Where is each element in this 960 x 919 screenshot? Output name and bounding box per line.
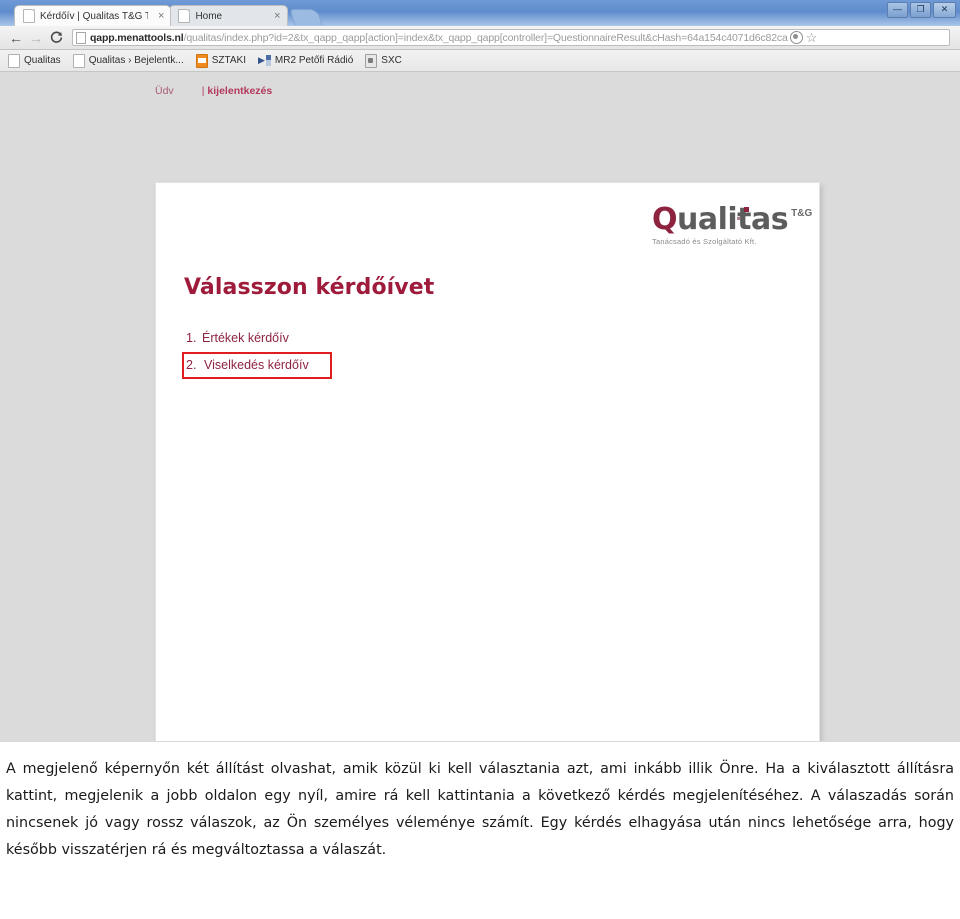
questionnaire-list: 1. Értékek kérdőív 2. Viselkedés kérdőív [182,328,332,379]
sztaki-icon [195,53,208,68]
url-host: qapp.menattools.nl [90,31,184,44]
content-card: Qualitas T&G Tanácsadó és Szolgáltató Kf… [155,182,820,741]
bookmark-qualitas[interactable]: Qualitas [8,53,61,68]
bookmark-label: Qualitas › Bejelentk... [88,55,184,66]
page-info-icon[interactable] [76,31,86,44]
close-window-button[interactable]: ✕ [933,2,956,18]
bookmark-label: SZTAKI [211,55,246,66]
radio-icon [265,55,271,66]
item-label: Értékek kérdőív [202,331,289,345]
sxc-icon [365,53,378,68]
bookmark-star-icon[interactable]: ☆ [806,31,818,44]
page-icon [23,9,35,23]
questionnaire-item-ertekek[interactable]: 1. Értékek kérdőív [186,328,332,349]
tab-label: Kérdőív | Qualitas T&G T [40,10,148,22]
logo-dot-small-icon [737,217,740,220]
extension-icon[interactable] [789,31,803,44]
bookmark-mr2-petofi-radio[interactable]: ▶ MR2 Petőfi Rádió [258,55,353,66]
maximize-button[interactable]: ❐ [910,2,931,18]
tab-kerdoiv-qualitas[interactable]: Kérdőív | Qualitas T&G T × [14,5,172,26]
logo-tagline: Tanácsadó és Szolgáltató Kft. [652,237,757,246]
caption-paragraph: A megjelenő képernyőn két állítást olvas… [6,761,954,858]
header-separator: | [201,85,205,97]
bookmark-label: SXC [381,55,402,66]
play-icon: ▶ [258,55,265,65]
questionnaire-item-viselkedes[interactable]: 2. Viselkedés kérdőív [182,352,332,379]
minimize-button[interactable]: — [887,2,908,18]
tab-label: Home [195,10,223,22]
item-number: 2. [186,358,197,372]
bookmark-label: MR2 Petőfi Rádió [274,55,354,66]
omnibox-actions: ☆ [789,31,818,44]
logo-brand: Qualitas [652,202,789,237]
url-path: /qualitas/index.php?id=2&tx_qapp_qapp[ac… [183,31,788,44]
caption-text: A megjelenő képernyőn két állítást olvas… [0,742,960,864]
logo-wordmark: Qualitas T&G [652,202,812,237]
address-bar[interactable]: qapp.menattools.nl/qualitas/index.php?id… [72,29,950,46]
site-header: Üdv | kijelentkezés [155,85,272,97]
logo-superscript: T&G [791,208,813,219]
greeting-text: Üdv [155,85,174,97]
close-icon[interactable]: × [158,10,164,22]
logout-link[interactable]: kijelentkezés [207,85,272,97]
item-label: Viselkedés kérdőív [204,358,309,372]
reload-icon[interactable] [46,28,66,48]
bookmark-qualitas-bejelentkezes[interactable]: Qualitas › Bejelentk... [72,53,184,68]
back-icon[interactable]: ← [6,28,26,48]
page-title: Válasszon kérdőívet [184,275,435,300]
url-text: qapp.menattools.nl/qualitas/index.php?id… [90,32,788,44]
page-icon [72,53,85,68]
page-viewport: Üdv | kijelentkezés Qualitas T&G Tanácsa… [0,72,960,741]
tab-strip: Kérdőív | Qualitas T&G T × Home × — ❐ ✕ [0,0,960,26]
bookmarks-bar: Qualitas Qualitas › Bejelentk... SZTAKI … [0,50,960,72]
navigation-toolbar: ← → qapp.menattools.nl/qualitas/index.ph… [0,26,960,50]
bookmark-label: Qualitas [24,55,61,66]
tab-home[interactable]: Home × [169,5,288,26]
forward-icon[interactable]: → [26,28,46,48]
page-icon [8,53,20,68]
new-tab-button[interactable] [288,9,323,25]
item-number: 1. [186,331,197,345]
logo-brand-rest: ualitas [677,202,789,237]
logo-dot-large-icon [744,207,749,212]
close-icon[interactable]: × [274,10,280,22]
browser-window: Kérdőív | Qualitas T&G T × Home × — ❐ ✕ … [0,0,960,742]
window-controls: — ❐ ✕ [887,2,956,18]
reload-glyph [50,31,62,43]
bookmark-sxc[interactable]: SXC [365,53,402,68]
bookmark-sztaki[interactable]: SZTAKI [195,53,246,68]
qualitas-logo: Qualitas T&G Tanácsadó és Szolgáltató Kf… [652,202,812,247]
page-icon [178,9,191,23]
logo-brand-q: Q [652,202,678,237]
